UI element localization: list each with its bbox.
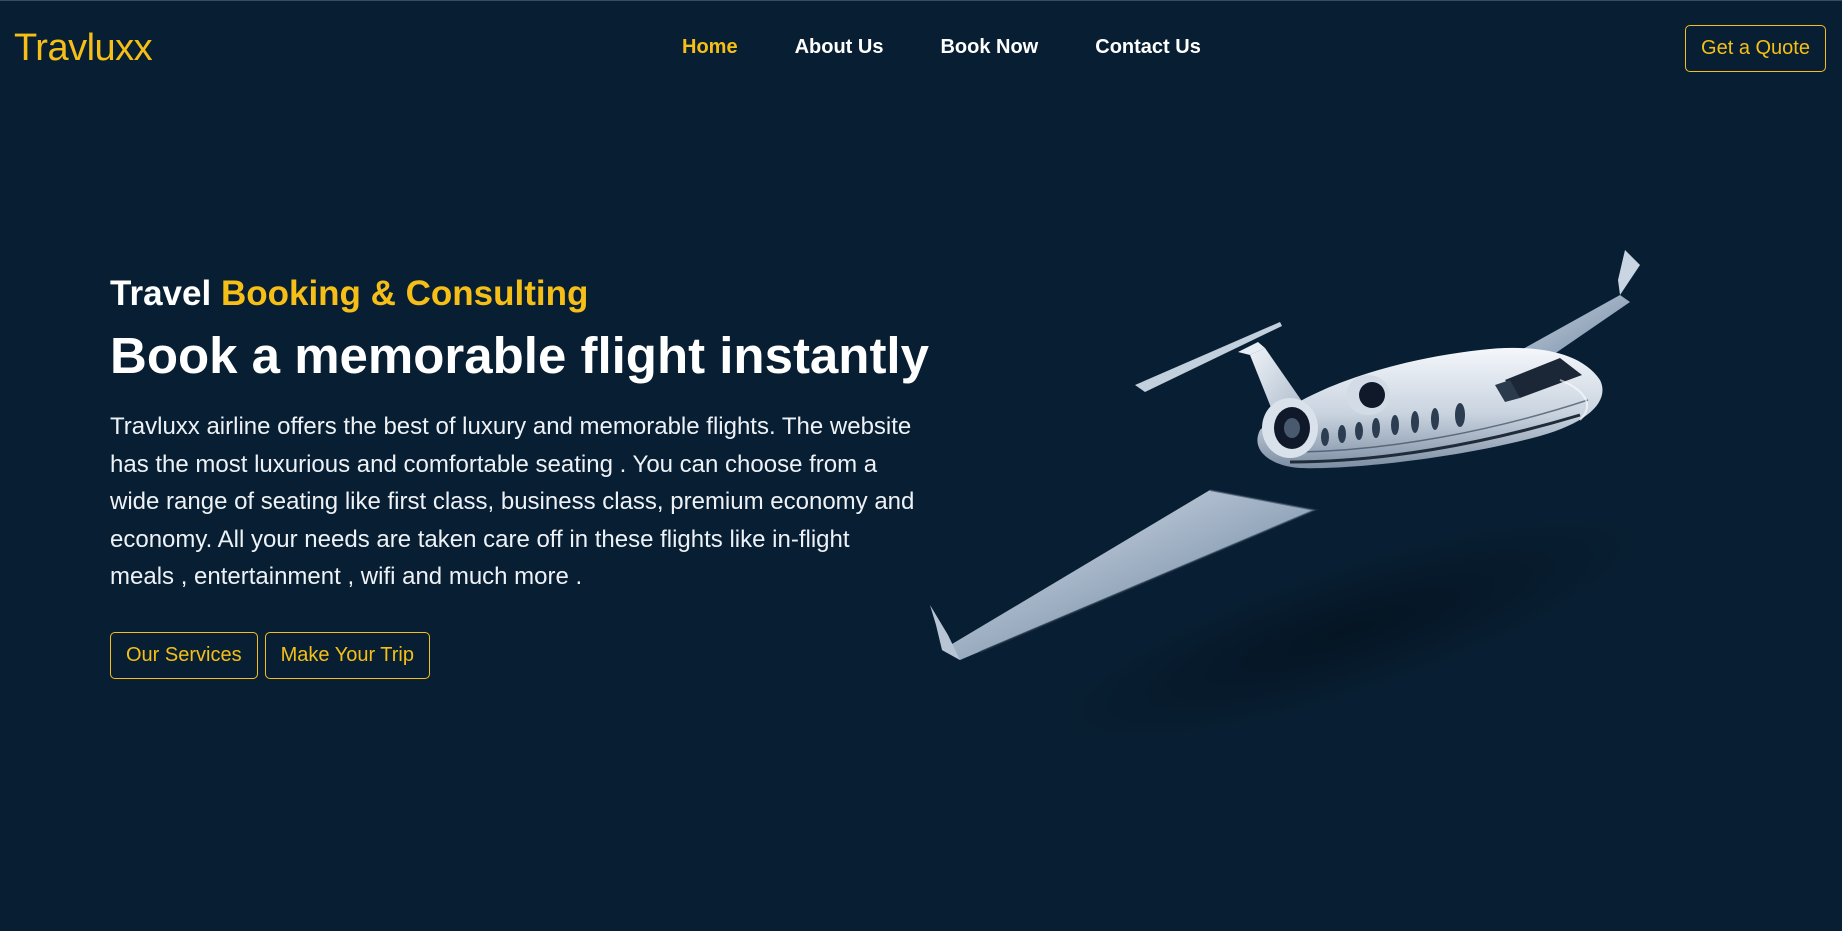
hero-description: Travluxx airline offers the best of luxu…	[110, 413, 915, 590]
hero-eyebrow-accent: Booking & Consulting	[220, 274, 589, 313]
make-your-trip-button[interactable]: Make Your Trip	[264, 631, 431, 679]
nav-link-book-now[interactable]: Book Now	[940, 36, 1038, 59]
landing-page: Travluxx Home About Us Book Now Contact …	[0, 0, 1842, 931]
nav-link-home[interactable]: Home	[682, 36, 738, 59]
brand-logo[interactable]: Travluxx	[14, 27, 153, 70]
nav-link-contact-us[interactable]: Contact Us	[1095, 36, 1201, 59]
our-services-button[interactable]: Our Services	[110, 631, 258, 679]
site-header: Travluxx Home About Us Book Now Contact …	[0, 0, 1842, 94]
get-a-quote-button[interactable]: Get a Quote	[1685, 25, 1826, 72]
nav-link-about-us[interactable]: About Us	[795, 36, 884, 59]
hero-section: Travel Booking & Consulting Book a memor…	[110, 272, 930, 679]
hero-cta-group: Our Services Make Your Trip	[110, 631, 930, 679]
hero-eyebrow: Travel Booking & Consulting	[110, 272, 930, 316]
hero-eyebrow-prefix: Travel	[110, 274, 212, 313]
hero-headline: Book a memorable flight instantly	[110, 327, 929, 384]
private-jet-image	[930, 250, 1665, 752]
main-nav: Home About Us Book Now Contact Us	[682, 36, 1258, 59]
